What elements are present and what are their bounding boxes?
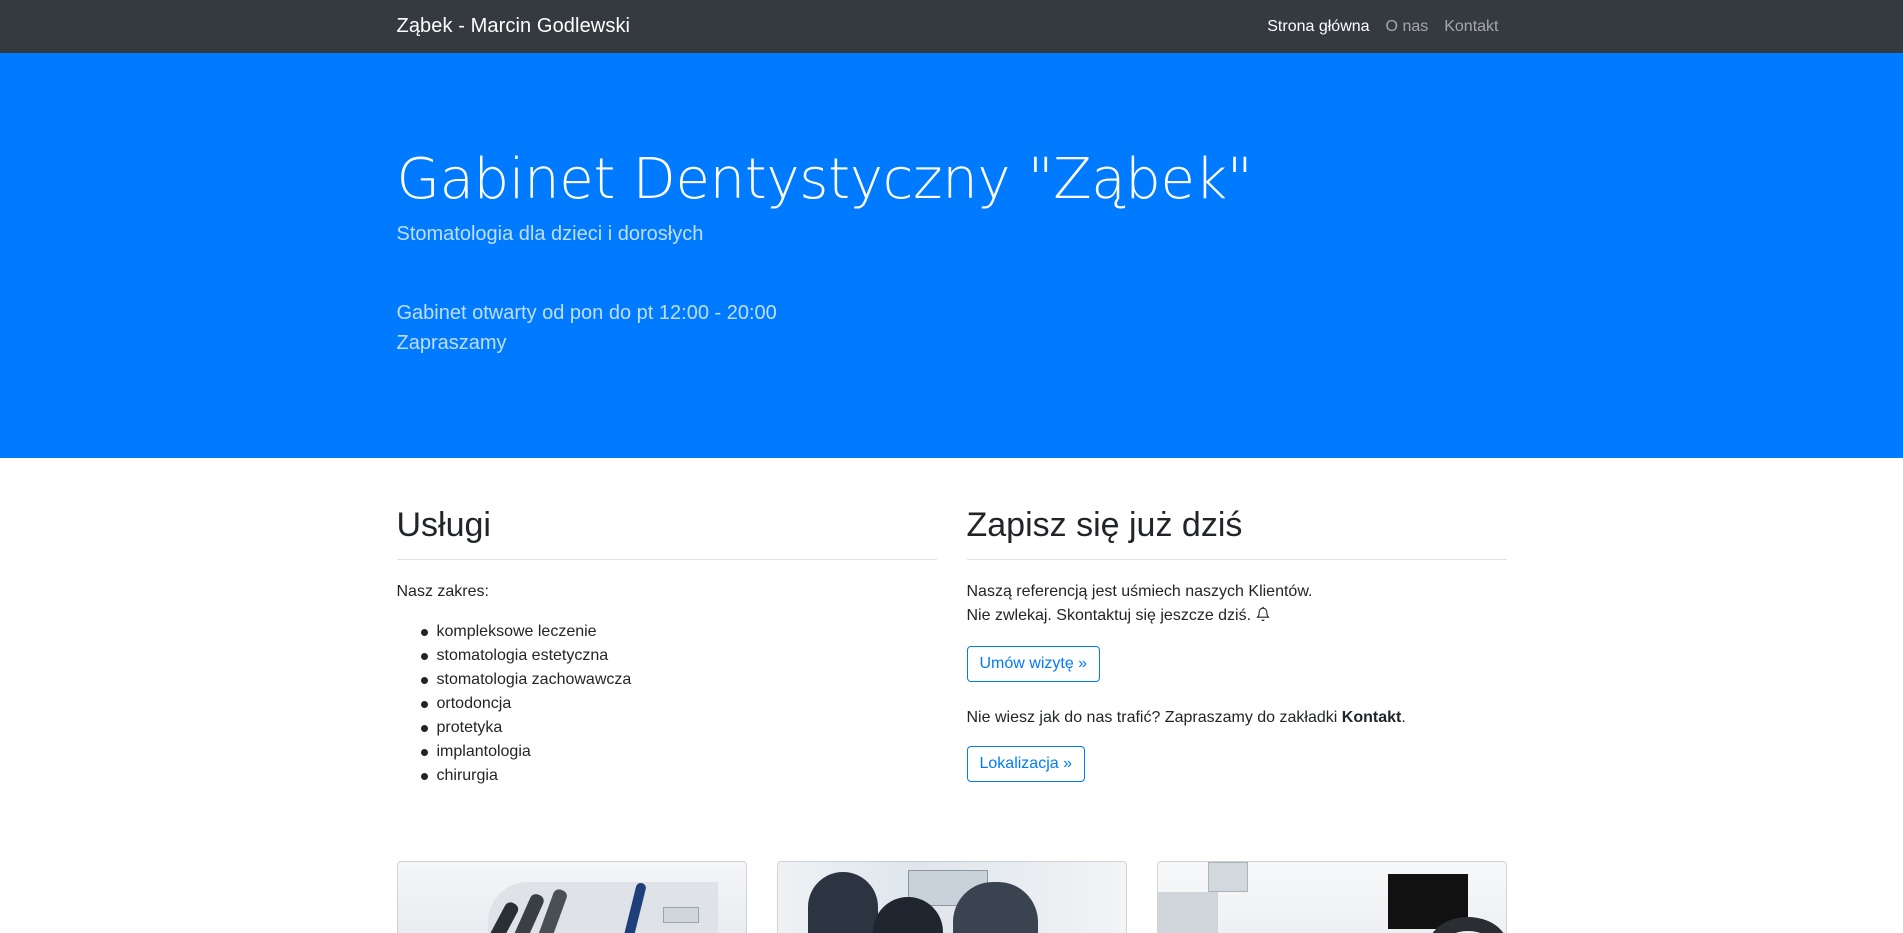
- list-item: protetyka: [420, 716, 937, 740]
- hero-jumbotron: Gabinet Dentystyczny "Ząbek" Stomatologi…: [0, 53, 1903, 458]
- signup-heading: Zapisz się już dziś: [966, 506, 1507, 560]
- opening-hours: Gabinet otwarty od pon do pt 12:00 - 20:…: [397, 298, 1507, 358]
- navbar: Ząbek - Marcin Godlewski Strona główna O…: [0, 0, 1903, 53]
- signup-column: Zapisz się już dziś Naszą referencją jes…: [966, 506, 1507, 806]
- nav-link-home[interactable]: Strona główna: [1259, 10, 1377, 44]
- list-item: implantologia: [420, 740, 937, 764]
- location-contact-bold: Kontakt: [1341, 709, 1402, 726]
- list-item: stomatologia estetyczna: [420, 644, 937, 668]
- appointment-button[interactable]: Umów wizytę »: [966, 646, 1101, 682]
- list-item: stomatologia zachowawcza: [420, 668, 937, 692]
- list-item: ortodoncja: [420, 692, 937, 716]
- card-image-dentists-xray: [776, 861, 1127, 933]
- card-image-dental-office: [1156, 861, 1507, 933]
- location-dot: .: [1401, 709, 1406, 726]
- image-cards: [0, 806, 1903, 933]
- invite-text: Zapraszamy: [396, 331, 507, 354]
- navbar-brand[interactable]: Ząbek - Marcin Godlewski: [397, 15, 631, 38]
- list-item: chirurgia: [420, 764, 937, 788]
- hours-text: Gabinet otwarty od pon do pt 12:00 - 20:…: [396, 301, 777, 324]
- location-text: Nie wiesz jak do nas trafić? Zapraszamy …: [966, 709, 1342, 726]
- signup-line2: Nie zwlekaj. Skontaktuj się jeszcze dziś…: [966, 607, 1252, 624]
- nav-link-contact[interactable]: Kontakt: [1436, 10, 1506, 44]
- card-image-dental-tools: [396, 861, 747, 933]
- nav-links: Strona główna O nas Kontakt: [1259, 10, 1506, 44]
- main-content: Usługi Nasz zakres: kompleksowe leczenie…: [0, 458, 1903, 806]
- list-item: kompleksowe leczenie: [420, 620, 937, 644]
- signup-line1: Naszą referencją jest uśmiech naszych Kl…: [966, 583, 1313, 600]
- location-text-wrap: Nie wiesz jak do nas trafić? Zapraszamy …: [967, 706, 1507, 730]
- hero-lead: Stomatologia dla dzieci i dorosłych: [396, 222, 704, 245]
- nav-link-about[interactable]: O nas: [1378, 10, 1437, 44]
- services-list: kompleksowe leczenie stomatologia estety…: [420, 620, 937, 788]
- services-intro: Nasz zakres:: [396, 583, 489, 600]
- location-button[interactable]: Lokalizacja »: [966, 746, 1085, 782]
- signup-line2-wrap: Nie zwlekaj. Skontaktuj się jeszcze dziś…: [967, 604, 1507, 630]
- services-column: Usługi Nasz zakres: kompleksowe leczenie…: [396, 506, 937, 806]
- hero-title: Gabinet Dentystyczny "Ząbek": [396, 147, 1253, 212]
- services-heading: Usługi: [396, 506, 937, 560]
- bell-icon: [1255, 606, 1271, 630]
